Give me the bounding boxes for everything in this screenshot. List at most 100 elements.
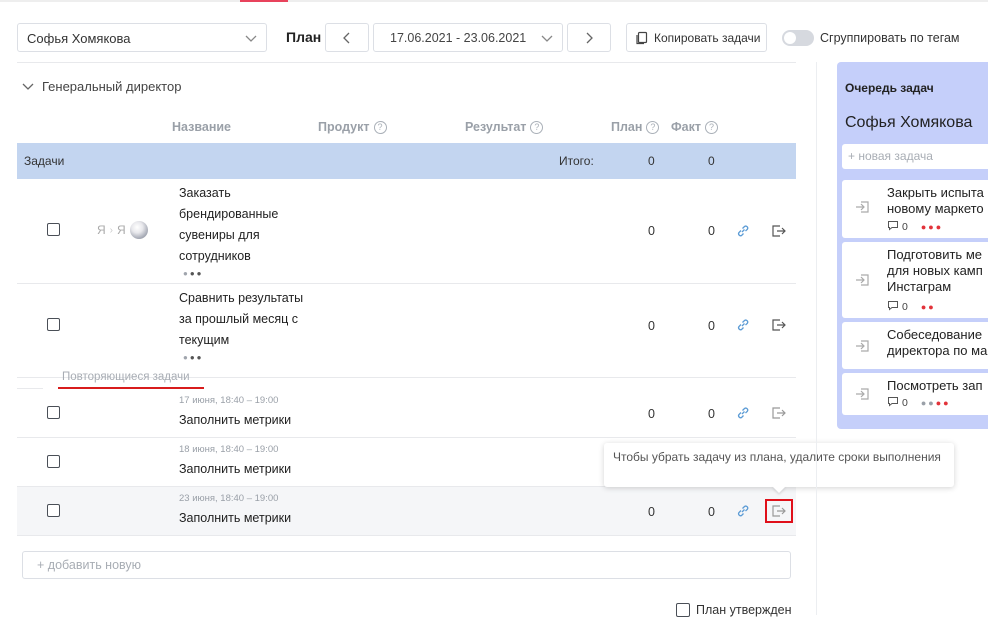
column-plan: План? (611, 120, 660, 134)
task-name[interactable]: Заполнить метрики (179, 459, 309, 480)
user-select[interactable]: Софья Хомякова (17, 23, 267, 52)
comment-icon (887, 300, 899, 314)
queue-card-title: Подготовить ме для новых камп Инстаграм (887, 247, 983, 295)
remove-from-plan-icon[interactable] (771, 504, 787, 523)
help-icon[interactable]: ? (705, 120, 718, 134)
column-product-label: Продукт (318, 120, 370, 134)
queue-card-line: Собеседование (887, 327, 983, 342)
group-header[interactable]: Генеральный директор (22, 79, 181, 94)
fact-value[interactable]: 0 (708, 505, 715, 519)
link-icon[interactable] (736, 504, 750, 523)
link-icon[interactable] (736, 318, 750, 337)
queue-title: Очередь задач (845, 81, 934, 95)
task-name[interactable]: Сравнить результаты за прошлый месяц с т… (179, 288, 309, 351)
plan-value[interactable]: 0 (648, 319, 655, 333)
group-by-tags-label: Сгруппировать по тегам (820, 31, 960, 45)
queue-card-line: директора по ма (887, 343, 988, 358)
fact-value[interactable]: 0 (708, 319, 715, 333)
queue-user: Софья Хомякова (845, 114, 973, 131)
column-product: Продукт? (318, 120, 387, 134)
remove-from-plan-icon[interactable] (771, 224, 787, 243)
help-icon[interactable]: ? (646, 120, 660, 134)
new-task-input[interactable]: + новая задача (842, 144, 988, 169)
plan-value[interactable]: 0 (648, 505, 655, 519)
comment-count: 0 (902, 301, 908, 313)
tooltip-arrow (772, 486, 786, 493)
fact-total: 0 (708, 154, 715, 168)
column-name-label: Название (172, 120, 232, 134)
user-select-value: Софья Хомякова (27, 31, 131, 46)
task-name[interactable]: Заполнить метрики (179, 410, 309, 431)
prev-week-button[interactable] (325, 23, 369, 52)
remove-from-plan-icon[interactable] (771, 318, 787, 337)
task-name[interactable]: Заполнить метрики (179, 508, 309, 529)
plan-value[interactable]: 0 (648, 224, 655, 238)
fact-value[interactable]: 0 (708, 407, 715, 421)
chevron-down-icon (245, 32, 257, 47)
task-name-line: Заказать (179, 186, 231, 200)
table-row[interactable]: Я › Я Заказать брендированные сувениры д… (17, 180, 796, 284)
tasks-section-header: Задачи Итого: 0 0 (17, 143, 796, 179)
task-name-line: сотрудников (179, 249, 251, 263)
queue-card-meta: 0 ●●●● (887, 396, 951, 410)
plan-total: 0 (648, 154, 655, 168)
move-to-plan-icon[interactable] (854, 200, 870, 219)
queue-card-line: Инстаграм (887, 279, 952, 294)
copy-tasks-button[interactable]: Копировать задачи (626, 23, 767, 52)
plan-label: План (286, 29, 322, 45)
top-tab-strip (0, 0, 988, 2)
assignee-from: Я (97, 223, 106, 237)
comment-icon (887, 220, 899, 234)
priority-dots-icon: ●● (920, 302, 936, 312)
queue-card[interactable]: Собеседование директора по ма (842, 322, 988, 369)
table-row[interactable]: 17 июня, 18:40 – 19:00 Заполнить метрики… (17, 389, 796, 438)
toggle-knob (784, 32, 796, 44)
queue-card[interactable]: Закрыть испыта новому маркето 0 ●●● (842, 180, 988, 238)
chevron-right-icon (586, 32, 593, 43)
fact-value[interactable]: 0 (708, 224, 715, 238)
queue-card-meta: 0 ●●● (887, 220, 943, 234)
next-week-button[interactable] (567, 23, 611, 52)
group-by-tags-toggle[interactable] (782, 30, 814, 46)
link-icon[interactable] (736, 406, 750, 425)
chevron-left-icon (343, 32, 350, 43)
assignee: Я › Я (97, 221, 148, 239)
more-dots-icon[interactable]: ●●● (183, 353, 204, 362)
task-time: 17 июня, 18:40 – 19:00 (179, 395, 279, 406)
task-checkbox[interactable] (47, 504, 60, 517)
help-icon[interactable]: ? (373, 120, 387, 134)
queue-card[interactable]: Подготовить ме для новых камп Инстаграм … (842, 242, 988, 318)
task-name-line: за прошлый месяц с (179, 312, 299, 326)
active-tab-indicator (240, 0, 288, 2)
task-checkbox[interactable] (47, 406, 60, 419)
queue-card-line: для новых камп (887, 263, 983, 278)
move-to-plan-icon[interactable] (854, 387, 870, 406)
task-name-line: Сравнить результаты (179, 291, 304, 305)
queue-card-line: новому маркето (887, 201, 984, 216)
remove-from-plan-icon[interactable] (771, 406, 787, 425)
tooltip: Чтобы убрать задачу из плана, удалите ср… (604, 443, 954, 487)
task-time: 18 июня, 18:40 – 19:00 (179, 444, 279, 455)
comment-icon (887, 396, 899, 410)
move-to-plan-icon[interactable] (854, 273, 870, 292)
link-icon[interactable] (736, 224, 750, 243)
table-row[interactable]: 23 июня, 18:40 – 19:00 Заполнить метрики… (17, 487, 796, 536)
more-dots-icon[interactable]: ●●● (183, 269, 204, 278)
add-task-input[interactable]: + добавить новую (22, 551, 791, 579)
plan-value[interactable]: 0 (648, 407, 655, 421)
queue-card[interactable]: Посмотреть зап 0 ●●●● (842, 373, 988, 415)
date-range-select[interactable]: 17.06.2021 - 23.06.2021 (373, 23, 563, 52)
avatar (129, 221, 148, 239)
task-queue-panel: Очередь задач Софья Хомякова + новая зад… (837, 62, 988, 429)
help-icon[interactable]: ? (530, 120, 544, 134)
task-name[interactable]: Заказать брендированные сувениры для сот… (179, 183, 309, 267)
table-row[interactable]: Сравнить результаты за прошлый месяц с т… (17, 284, 796, 378)
task-checkbox[interactable] (47, 455, 60, 468)
queue-card-title: Закрыть испыта новому маркето (887, 185, 984, 217)
move-to-plan-icon[interactable] (854, 339, 870, 358)
column-fact-label: Факт (671, 120, 701, 134)
task-checkbox[interactable] (47, 223, 60, 236)
task-checkbox[interactable] (47, 318, 60, 331)
comment-count: 0 (902, 221, 908, 233)
tasks-label: Задачи (24, 154, 65, 168)
